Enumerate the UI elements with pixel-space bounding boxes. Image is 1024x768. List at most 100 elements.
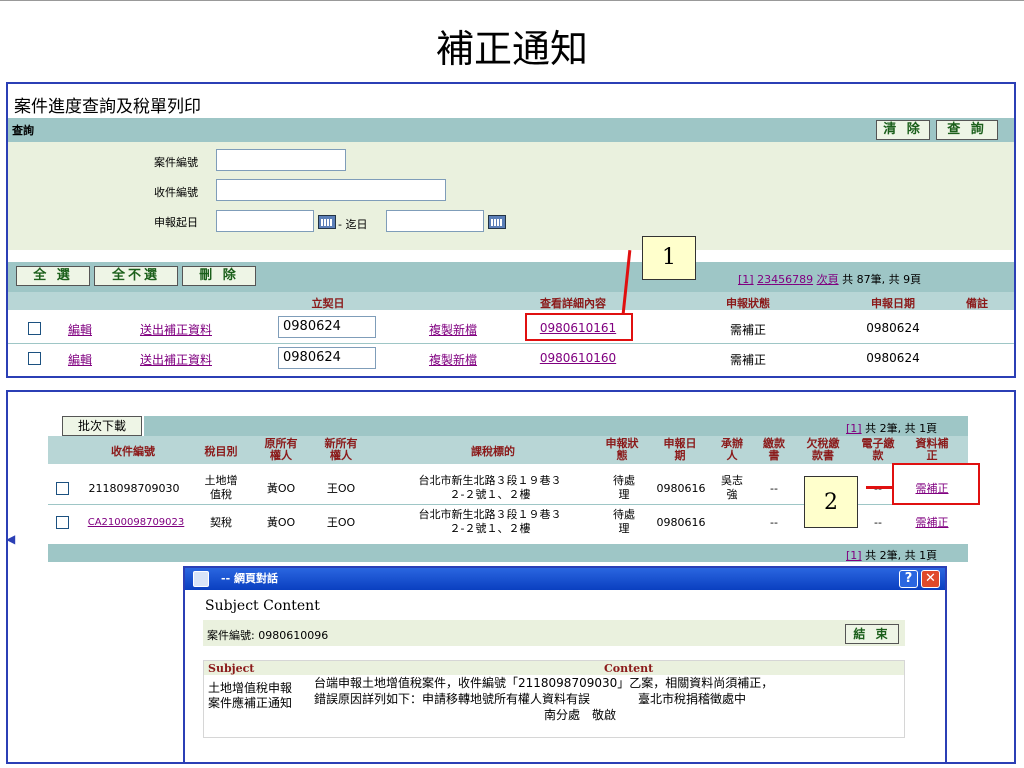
- detail-highlight-box: [525, 313, 633, 341]
- slide-title: 補正通知: [435, 27, 588, 71]
- report-date-cell: 0980616: [656, 516, 706, 529]
- pager-summary: 共 2筆, 共 1頁: [865, 422, 938, 435]
- date-from-input[interactable]: [216, 210, 314, 232]
- col-tax-type: 稅目別: [204, 445, 238, 458]
- dialog-titlebar: -- 網頁對話: [185, 568, 945, 590]
- content-line-1: 台端申報土地增值稅案件，收件編號「2118098709030」乙案，相關資料尚須…: [314, 676, 774, 690]
- col-report-status: 申報狀 態: [605, 437, 639, 462]
- contract-date-input[interactable]: 0980624: [278, 316, 376, 338]
- col-receipt-no: 收件編號: [111, 445, 155, 458]
- col-report-date: 申報日 期: [663, 437, 697, 462]
- case-no-text: 案件編號: 0980610096: [207, 629, 329, 642]
- col-supplement: 資料補 正: [915, 437, 949, 462]
- query-form: 案件編號 收件編號 申報起日 - 迄日: [8, 142, 1014, 250]
- date-to-input[interactable]: [386, 210, 484, 232]
- pager-summary: 共 2筆, 共 1頁: [865, 549, 938, 562]
- date-from-label: 申報起日: [154, 216, 198, 229]
- report-date-cell: 0980624: [866, 351, 920, 365]
- tax-type-cell: 契稅: [210, 516, 232, 529]
- status-cell: 需補正: [729, 323, 766, 337]
- ie-window-icon: [193, 571, 209, 587]
- row-divider: [8, 343, 1014, 344]
- send-correction-link[interactable]: 送出補正資料: [116, 351, 236, 368]
- search-button[interactable]: 查 詢: [936, 120, 998, 140]
- e-payment-cell: --: [874, 516, 882, 529]
- handler-cell: 吳志 強: [721, 474, 743, 501]
- calendar-icon[interactable]: [488, 215, 506, 229]
- case-no-input[interactable]: [216, 149, 346, 171]
- end-button[interactable]: 結 束: [845, 624, 899, 644]
- copy-new-link[interactable]: 複製新檔: [408, 351, 498, 368]
- col-contract-date: 立契日: [311, 297, 345, 310]
- col-new-owner: 新所有 權人: [324, 437, 358, 462]
- clear-button[interactable]: 清 除: [876, 120, 930, 140]
- row-checkbox[interactable]: [56, 482, 69, 495]
- callout-pointer: [866, 486, 894, 489]
- col-status: 申報狀態: [726, 297, 770, 310]
- select-none-button[interactable]: 全不選: [94, 266, 178, 286]
- status-cell: 需補正: [729, 353, 766, 367]
- date-to-label: - 迄日: [338, 218, 368, 231]
- query-bar: 查詢: [8, 118, 1014, 142]
- col-e-payment: 電子繳 款: [861, 437, 895, 462]
- tax-object-cell: 台北市新生北路３段１９巷３ ２-２號１、２樓: [418, 508, 562, 535]
- receipt-no-cell: 2118098709030: [88, 482, 180, 495]
- edit-link[interactable]: 編輯: [60, 351, 100, 368]
- copy-new-link[interactable]: 複製新檔: [408, 321, 498, 338]
- row-checkbox[interactable]: [28, 352, 41, 365]
- receipt-no-link[interactable]: CA2100098709023: [74, 516, 198, 530]
- content-line-2: 錯誤原因詳列如下：申請移轉地號所有權人資料有誤 臺北市稅捐稽徵處中: [314, 692, 747, 706]
- batch-download-button[interactable]: 批次下載: [62, 416, 142, 436]
- next-page-link[interactable]: 次頁: [817, 273, 839, 286]
- page-current[interactable]: [1]: [738, 273, 754, 286]
- report-status-cell: 待處 理: [613, 508, 635, 535]
- subject-header: Subject: [208, 662, 255, 675]
- tax-object-cell: 台北市新生北路３段１９巷３ ２-２號１、２樓: [418, 474, 562, 501]
- content-header: Content: [604, 662, 654, 675]
- dialog-heading: Subject Content: [205, 598, 320, 614]
- page-current[interactable]: [1]: [846, 422, 862, 435]
- delete-button[interactable]: 刪 除: [182, 266, 256, 286]
- callout-1: 1: [642, 236, 696, 280]
- page-link[interactable]: 9: [806, 273, 813, 286]
- receipt-no-input[interactable]: [216, 179, 446, 201]
- col-detail: 查看詳細內容: [540, 297, 606, 310]
- col-orig-owner: 原所有 權人: [264, 437, 298, 462]
- case-no-label: 案件編號: [154, 156, 198, 169]
- col-report-date: 申報日期: [871, 297, 915, 310]
- dialog-title: -- 網頁對話: [221, 572, 278, 585]
- supplement-highlight-box: [892, 463, 980, 505]
- case-no-bar: 案件編號: 0980610096: [203, 620, 905, 646]
- tax-type-cell: 土地增 值稅: [204, 474, 238, 501]
- web-dialog: -- 網頁對話 ? ✕ Subject Content 案件編號: 098061…: [183, 566, 947, 764]
- help-button[interactable]: ?: [899, 570, 918, 588]
- query-label: 查詢: [12, 124, 34, 137]
- new-owner-cell: 王OO: [326, 482, 356, 495]
- select-all-button[interactable]: 全 選: [16, 266, 90, 286]
- list-bottom-bar: [48, 544, 968, 562]
- close-button[interactable]: ✕: [921, 570, 940, 588]
- pager-bottom: [1] 共 2筆, 共 1頁: [846, 547, 937, 563]
- subject-table-header: [204, 661, 904, 675]
- col-handler: 承辦 人: [721, 437, 743, 462]
- contract-date-input[interactable]: 0980624: [278, 347, 376, 369]
- panel-title: 案件進度查詢及稅單列印: [14, 97, 201, 117]
- receipt-no-label: 收件編號: [154, 186, 198, 199]
- row-checkbox[interactable]: [56, 516, 69, 529]
- send-correction-link[interactable]: 送出補正資料: [116, 321, 236, 338]
- case-progress-panel: 案件進度查詢及稅單列印 查詢 清 除 查 詢 案件編號 收件編號 申報起日 - …: [6, 82, 1016, 378]
- col-payment: 繳款 書: [763, 437, 785, 462]
- detail-link[interactable]: 0980610160: [528, 351, 628, 365]
- pager: [1] 23456789 次頁 共 87筆, 共 9頁: [738, 271, 921, 287]
- payment-cell: --: [770, 482, 778, 495]
- subject-cell: 土地增值稅申報 案件應補正通知: [208, 681, 293, 710]
- page-current[interactable]: [1]: [846, 549, 862, 562]
- supplement-link[interactable]: 需補正: [908, 516, 956, 530]
- calendar-icon[interactable]: [318, 215, 336, 229]
- edit-link[interactable]: 編輯: [60, 321, 100, 338]
- row-checkbox[interactable]: [28, 322, 41, 335]
- report-date-cell: 0980616: [656, 482, 706, 495]
- callout-2: 2: [804, 476, 858, 528]
- collapse-arrow-icon[interactable]: ◀: [6, 532, 15, 546]
- orig-owner-cell: 黃OO: [266, 482, 296, 495]
